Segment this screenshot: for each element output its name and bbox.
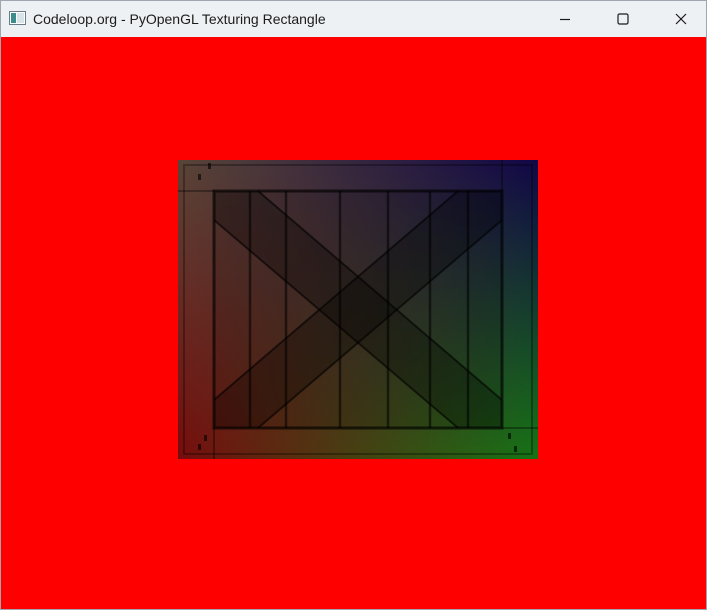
window-app-icon[interactable] bbox=[9, 11, 26, 25]
close-icon bbox=[675, 13, 687, 25]
window-title: Codeloop.org - PyOpenGL Texturing Rectan… bbox=[33, 11, 326, 27]
minimize-button[interactable] bbox=[536, 1, 594, 37]
app-window: Codeloop.org - PyOpenGL Texturing Rectan… bbox=[0, 0, 707, 610]
opengl-canvas[interactable] bbox=[1, 37, 706, 609]
title-bar[interactable]: Codeloop.org - PyOpenGL Texturing Rectan… bbox=[1, 1, 706, 37]
minimize-icon bbox=[560, 18, 570, 21]
close-button[interactable] bbox=[652, 1, 706, 37]
maximize-icon bbox=[617, 13, 629, 25]
textured-rectangle bbox=[178, 160, 538, 459]
maximize-button[interactable] bbox=[594, 1, 652, 37]
